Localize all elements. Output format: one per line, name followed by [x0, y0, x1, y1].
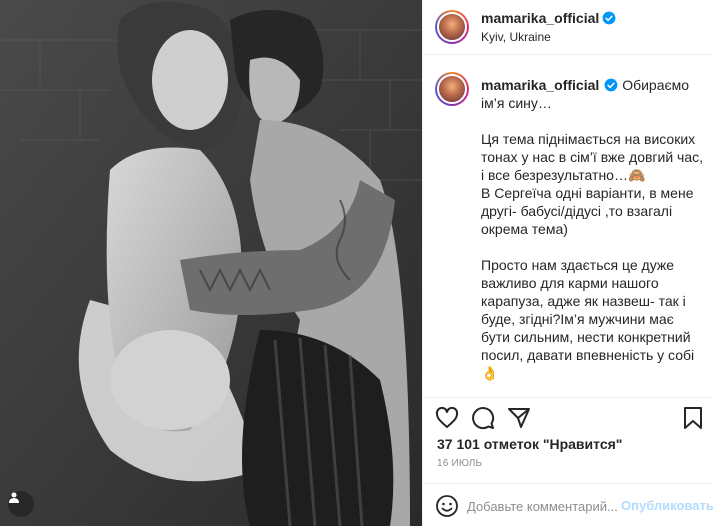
instagram-post: mamarika_official Kyiv, Ukraine mamarika…: [0, 0, 713, 526]
caption-block: mamarika_official Обираємо ім’я сину… Ця…: [481, 76, 705, 396]
photo-illustration: [0, 0, 422, 526]
post-date[interactable]: 16 ИЮЛЬ: [437, 458, 482, 469]
verified-badge-icon: [602, 11, 616, 25]
author-avatar[interactable]: [435, 10, 469, 44]
caption-author-username[interactable]: mamarika_official: [481, 77, 599, 93]
user-tag-icon: [9, 492, 19, 503]
post-location[interactable]: Kyiv, Ukraine: [481, 30, 551, 44]
tagged-users-button[interactable]: [8, 491, 34, 517]
post-header: mamarika_official Kyiv, Ukraine: [423, 0, 713, 55]
post-photo[interactable]: [0, 0, 422, 526]
caption-text: Обираємо ім’я сину… Ця тема піднімається…: [481, 77, 704, 381]
likes-count[interactable]: 37 101 отметок "Нравится": [437, 436, 622, 452]
heart-icon[interactable]: [435, 406, 459, 430]
author-username[interactable]: mamarika_official: [481, 10, 599, 26]
post-side-panel: mamarika_official Kyiv, Ukraine mamarika…: [422, 0, 713, 526]
share-icon[interactable]: [507, 406, 531, 430]
post-actions: 37 101 отметок "Нравится" 16 ИЮЛЬ: [423, 397, 713, 477]
emoji-icon[interactable]: [435, 494, 459, 518]
comment-icon[interactable]: [471, 406, 495, 430]
caption-author-avatar[interactable]: [435, 72, 469, 106]
caption-section: mamarika_official Обираємо ім’я сину… Ця…: [423, 56, 713, 396]
bookmark-icon[interactable]: [681, 406, 705, 430]
verified-badge-icon: [604, 78, 618, 92]
comment-input[interactable]: [467, 494, 617, 518]
add-comment-form: Опубликовать: [423, 483, 713, 526]
publish-button[interactable]: Опубликовать: [621, 498, 713, 513]
author-username-row[interactable]: mamarika_official: [481, 10, 616, 26]
